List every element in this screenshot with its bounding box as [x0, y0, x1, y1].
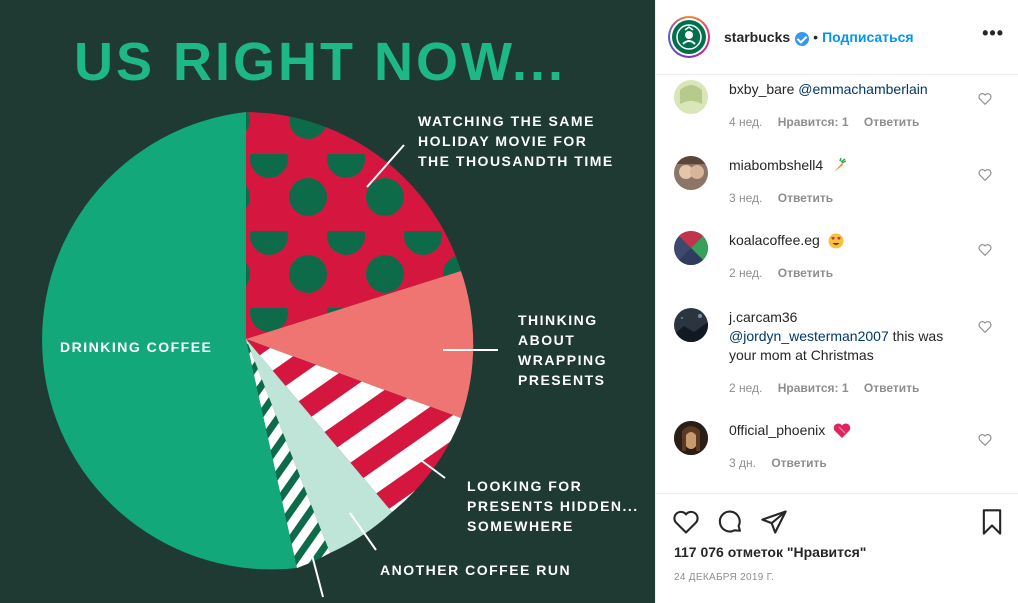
- pie-infographic: US RIGHT NOW... DRINKING COFFEE WATCHING…: [42, 32, 639, 598]
- reply-button[interactable]: Ответить: [771, 456, 826, 470]
- label-wrap-1: THINKING: [518, 312, 598, 328]
- post-date[interactable]: 24 ДЕКАБРЯ 2019 Г.: [674, 572, 774, 583]
- comment-username[interactable]: miabombshell4: [729, 157, 823, 173]
- like-comment-heart-icon[interactable]: [978, 433, 992, 447]
- carrot-emoji-icon: [834, 158, 847, 173]
- comment-avatar[interactable]: [674, 156, 708, 190]
- comment-avatar[interactable]: [674, 231, 708, 265]
- like-comment-heart-icon[interactable]: [978, 92, 992, 106]
- reply-button[interactable]: Ответить: [864, 381, 919, 395]
- avatar[interactable]: [668, 16, 710, 58]
- comment-time: 2 нед.: [729, 381, 763, 395]
- comment-mention[interactable]: @jordyn_westerman2007: [729, 328, 889, 344]
- starbucks-logo-icon: [676, 24, 702, 50]
- likes-count[interactable]: 117 076 отметок "Нравится": [674, 544, 866, 560]
- comment-avatar[interactable]: [674, 80, 708, 114]
- label-hidden-2: PRESENTS HIDDEN...: [467, 498, 639, 514]
- more-options-icon[interactable]: •••: [982, 24, 1004, 42]
- chart-title: US RIGHT NOW...: [74, 32, 566, 92]
- comment-time: 4 нед.: [729, 115, 763, 129]
- follow-button[interactable]: Подписаться: [822, 29, 914, 45]
- comment-likes[interactable]: Нравится: 1: [778, 381, 849, 395]
- instagram-post: US RIGHT NOW... DRINKING COFFEE WATCHING…: [0, 0, 1018, 603]
- post-actions: 117 076 отметок "Нравится" 24 ДЕКАБРЯ 20…: [656, 493, 1018, 603]
- like-heart-icon[interactable]: [672, 508, 700, 536]
- label-hidden-3: SOMEWHERE: [467, 518, 574, 534]
- like-comment-heart-icon[interactable]: [978, 320, 992, 334]
- label-wrap-3: WRAPPING: [518, 352, 607, 368]
- comments-list: bxby_bare @emmachamberlain 4 нед. Нравит…: [656, 76, 1018, 493]
- comment-username[interactable]: bxby_bare: [729, 81, 794, 97]
- verified-badge-icon: [795, 32, 810, 46]
- comment-username[interactable]: koalacoffee.eg: [729, 232, 820, 248]
- comment-mention[interactable]: @emmachamberlain: [798, 81, 927, 97]
- label-drinking: DRINKING COFFEE: [60, 339, 212, 355]
- like-comment-heart-icon[interactable]: [978, 168, 992, 182]
- label-movie-3: THE THOUSANDTH TIME: [418, 153, 614, 169]
- comment-time: 3 дн.: [729, 456, 756, 470]
- comment-username[interactable]: 0fficial_phoenix: [729, 422, 825, 438]
- comment-time: 2 нед.: [729, 266, 763, 280]
- label-hidden-1: LOOKING FOR: [467, 478, 582, 494]
- post-header: starbucks • Подписаться •••: [656, 0, 1018, 75]
- comment-bubble-icon[interactable]: [716, 508, 744, 536]
- post-sidebar: starbucks • Подписаться ••• bxby_bare @e…: [655, 0, 1018, 603]
- comment-likes[interactable]: Нравится: 1: [778, 115, 849, 129]
- comment-time: 3 нед.: [729, 191, 763, 205]
- comment-username[interactable]: j.carcam36: [729, 309, 797, 325]
- header-username[interactable]: starbucks: [724, 29, 790, 45]
- label-wrap-2: ABOUT: [518, 332, 575, 348]
- comment-avatar[interactable]: [674, 308, 708, 342]
- post-image[interactable]: US RIGHT NOW... DRINKING COFFEE WATCHING…: [0, 0, 655, 603]
- reply-button[interactable]: Ответить: [778, 191, 833, 205]
- label-movie-1: WATCHING THE SAME: [418, 113, 595, 129]
- bookmark-icon[interactable]: [978, 508, 1006, 536]
- share-direct-icon[interactable]: [760, 508, 788, 536]
- reply-button[interactable]: Ответить: [778, 266, 833, 280]
- label-movie-2: HOLIDAY MOVIE FOR: [418, 133, 587, 149]
- label-coffee-run: ANOTHER COFFEE RUN: [380, 562, 571, 578]
- like-comment-heart-icon[interactable]: [978, 243, 992, 257]
- heart-emoji-icon: [833, 423, 851, 439]
- heart-eyes-emoji-icon: [828, 233, 844, 249]
- separator-dot: •: [813, 29, 819, 45]
- comment-avatar[interactable]: [674, 421, 708, 455]
- reply-button[interactable]: Ответить: [864, 115, 919, 129]
- label-wrap-4: PRESENTS: [518, 372, 605, 388]
